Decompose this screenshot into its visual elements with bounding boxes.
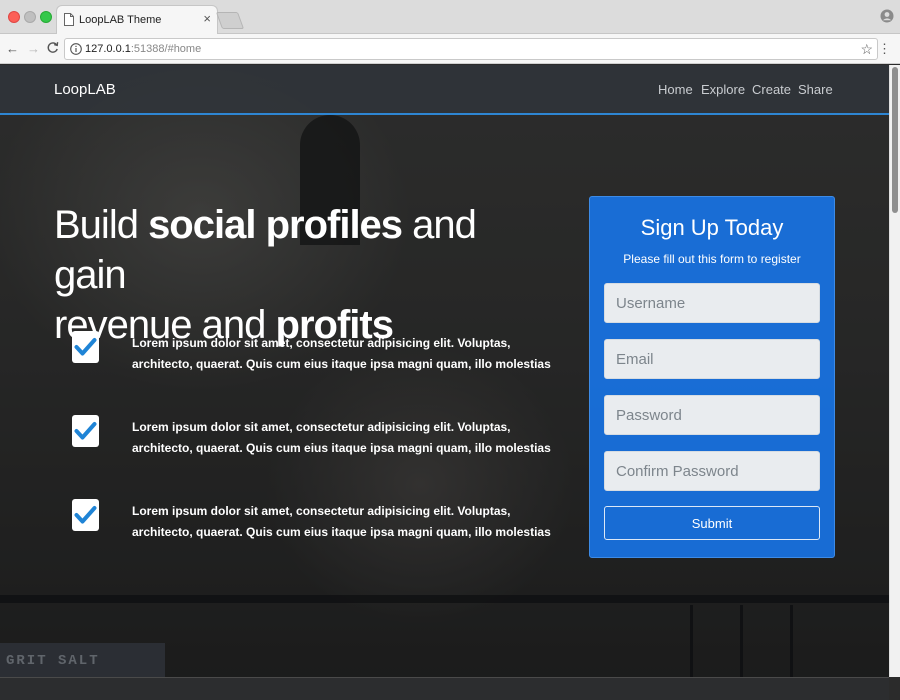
signup-title: Sign Up Today bbox=[640, 215, 784, 240]
url-text: 127.0.0.1:51388/#home bbox=[85, 43, 201, 55]
hero-heading: Build social profiles and gain revenue a… bbox=[54, 200, 554, 350]
confirm-password-input[interactable] bbox=[604, 451, 820, 491]
star-icon[interactable]: ☆ bbox=[860, 41, 873, 57]
forward-icon[interactable]: → bbox=[27, 41, 40, 57]
close-window-button[interactable] bbox=[8, 11, 20, 23]
url-path: :51388/#home bbox=[130, 43, 202, 55]
back-icon[interactable]: ← bbox=[6, 41, 19, 57]
tab-title: LoopLAB Theme bbox=[79, 14, 162, 26]
signup-subtitle: Please fill out this form to register bbox=[623, 252, 801, 266]
address-bar[interactable]: 127.0.0.1:51388/#home ☆ bbox=[64, 38, 878, 60]
password-input[interactable] bbox=[604, 395, 820, 435]
site-navbar: LoopLAB Home Explore Create Share bbox=[0, 65, 889, 115]
checkmark-icon bbox=[74, 506, 97, 524]
username-input[interactable] bbox=[604, 283, 820, 323]
nav-link-explore[interactable]: Explore bbox=[701, 82, 745, 97]
check-icon bbox=[72, 415, 99, 447]
page-viewport: GRIT SALT LoopLAB Home Explore Create Sh… bbox=[0, 65, 889, 677]
signup-form: Sign Up Today Please fill out this form … bbox=[589, 196, 835, 558]
hero-heading-bold: social profiles bbox=[148, 203, 403, 247]
browser-toolbar: ← → 127.0.0.1:51388/#home ☆ ⋮ bbox=[0, 34, 900, 64]
maximize-window-button[interactable] bbox=[40, 11, 52, 23]
menu-icon[interactable]: ⋮ bbox=[878, 41, 891, 57]
browser-tab[interactable]: LoopLAB Theme × bbox=[56, 5, 218, 35]
submit-button[interactable]: Submit bbox=[604, 506, 820, 540]
brand-logo[interactable]: LoopLAB bbox=[54, 81, 116, 98]
feature-text: Lorem ipsum dolor sit amet, consectetur … bbox=[132, 420, 551, 455]
new-tab-button[interactable] bbox=[215, 12, 245, 29]
next-section-edge bbox=[0, 677, 889, 700]
nav-link-create[interactable]: Create bbox=[752, 82, 791, 97]
page-icon bbox=[64, 13, 74, 26]
reload-icon[interactable] bbox=[46, 41, 59, 58]
nav-link-share[interactable]: Share bbox=[798, 82, 833, 97]
info-icon[interactable] bbox=[70, 43, 82, 55]
url-host: 127.0.0.1 bbox=[85, 43, 131, 55]
feature-text: Lorem ipsum dolor sit amet, consectetur … bbox=[132, 336, 551, 371]
profile-icon[interactable] bbox=[880, 9, 894, 23]
scrollbar-thumb[interactable] bbox=[892, 67, 898, 213]
feature-text: Lorem ipsum dolor sit amet, consectetur … bbox=[132, 504, 551, 539]
checkmark-icon bbox=[74, 422, 97, 440]
checkmark-icon bbox=[74, 338, 97, 356]
check-icon bbox=[72, 499, 99, 531]
close-tab-icon[interactable]: × bbox=[203, 12, 211, 26]
nav-link-home[interactable]: Home bbox=[658, 82, 693, 97]
reload-arrow-icon bbox=[47, 42, 59, 53]
browser-tab-strip: LoopLAB Theme × bbox=[0, 0, 900, 35]
check-icon bbox=[72, 331, 99, 363]
page-scrollbar[interactable] bbox=[889, 65, 900, 677]
minimize-window-button[interactable] bbox=[24, 11, 36, 23]
email-input[interactable] bbox=[604, 339, 820, 379]
hero-heading-part: Build bbox=[54, 203, 149, 247]
